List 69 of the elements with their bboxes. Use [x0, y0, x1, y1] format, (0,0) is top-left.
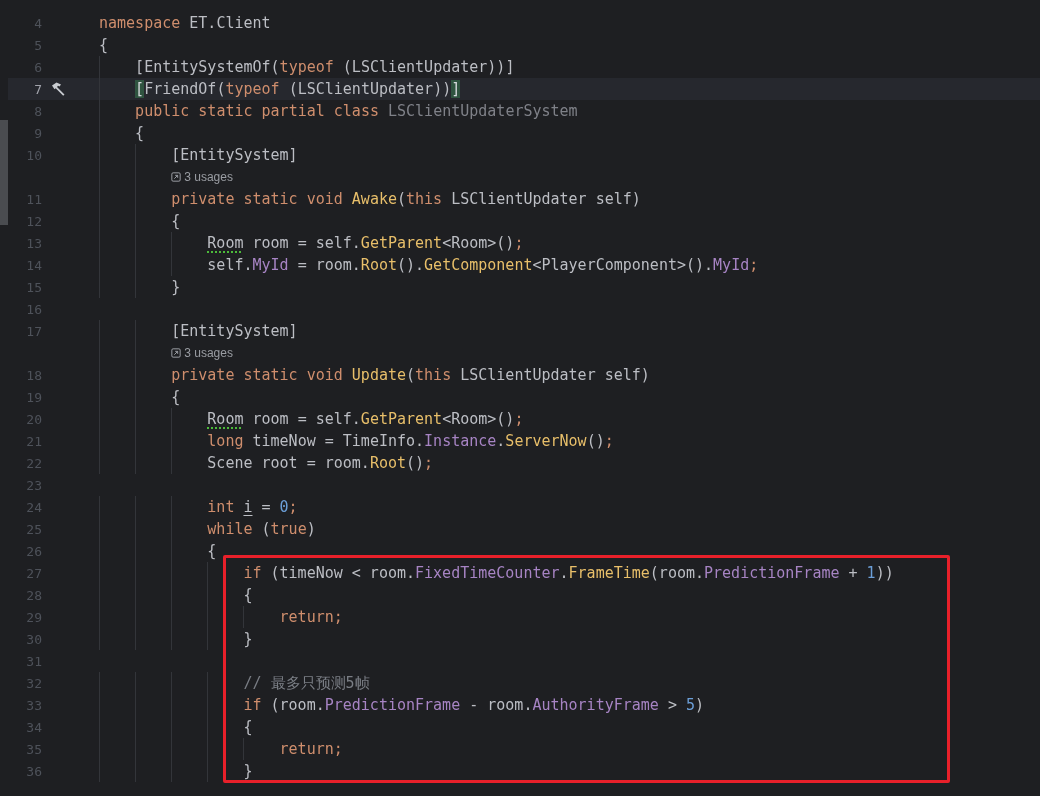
line-number: 29	[25, 609, 42, 625]
code-line: [EntitySystem]	[171, 145, 298, 166]
code-line: self.MyId = room.Root().GetComponent<PlayerComponent>().MyId;	[207, 255, 759, 276]
usages-link[interactable]: 3 usages	[171, 170, 233, 184]
code-line: private static void Awake(this LSClientUpdater self)	[171, 189, 641, 210]
line-number: 27	[25, 565, 42, 581]
code-line: [EntitySystemOf(typeof (LSClientUpdater))]	[135, 57, 515, 78]
line-number: 15	[25, 279, 42, 295]
code-line: long timeNow = TimeInfo.Instance.ServerNow();	[207, 431, 614, 452]
code-line: }	[243, 629, 253, 650]
code-line: }	[171, 277, 181, 298]
line-number: 5	[33, 37, 42, 53]
code-line: return;	[279, 739, 343, 760]
code-comment: // 最多只预测5帧	[243, 673, 370, 694]
line-number: 28	[25, 587, 42, 603]
code-line: Scene root = room.Root();	[207, 453, 434, 474]
arrow-box-icon	[171, 348, 182, 358]
line-number: 16	[25, 301, 42, 317]
line-number: 19	[25, 389, 42, 405]
line-number: 36	[25, 763, 42, 779]
code-line: while (true)	[207, 519, 316, 540]
line-number: 20	[25, 411, 42, 427]
line-number: 12	[25, 213, 42, 229]
scrollbar-thumb[interactable]	[0, 120, 8, 225]
line-number: 11	[25, 191, 42, 207]
line-number: 21	[25, 433, 42, 449]
line-number: 17	[25, 323, 42, 339]
line-number: 35	[25, 741, 42, 757]
code-line: {	[135, 123, 145, 144]
code-line: int i = 0;	[207, 497, 298, 518]
code-line: public static partial class LSClientUpdaterSystem	[135, 101, 578, 122]
line-number: 6	[33, 59, 42, 75]
code-line: [FriendOf(typeof (LSClientUpdater))]	[135, 79, 461, 100]
line-number: 10	[25, 147, 42, 163]
code-line: {	[171, 387, 181, 408]
hammer-icon[interactable]	[50, 81, 66, 97]
line-number: 32	[25, 675, 42, 691]
code-line: namespace ET.Client	[99, 13, 271, 34]
code-line: private static void Update(this LSClientUpdater self)	[171, 365, 650, 386]
line-number: 13	[25, 235, 42, 251]
line-number: 4	[33, 15, 42, 31]
code-line: [EntitySystem]	[171, 321, 298, 342]
line-number: 9	[33, 125, 42, 141]
code-line: return;	[279, 607, 343, 628]
code-line: {	[243, 717, 253, 738]
code-line: }	[243, 761, 253, 782]
line-number: 8	[33, 103, 42, 119]
arrow-box-icon	[171, 172, 182, 182]
line-number: 31	[25, 653, 42, 669]
code-line: if (room.PredictionFrame - room.AuthorityFrame > 5)	[243, 695, 705, 716]
code-line: Room room = self.GetParent<Room>();	[207, 409, 524, 430]
line-number: 14	[25, 257, 42, 273]
line-number: 18	[25, 367, 42, 383]
code-line: {	[207, 541, 217, 562]
line-number: 25	[25, 521, 42, 537]
code-line: Room room = self.GetParent<Room>();	[207, 233, 524, 254]
code-line: {	[171, 211, 181, 232]
code-line: if (timeNow < room.FixedTimeCounter.FrameTime(room.PredictionFrame + 1))	[243, 563, 894, 584]
line-number: 33	[25, 697, 42, 713]
line-number: 34	[25, 719, 42, 735]
line-number: 26	[25, 543, 42, 559]
line-number: 30	[25, 631, 42, 647]
line-number: 22	[25, 455, 42, 471]
line-number: 7	[33, 81, 42, 97]
code-line: {	[243, 585, 253, 606]
code-line: {	[99, 35, 109, 56]
line-number: 24	[25, 499, 42, 515]
usages-link[interactable]: 3 usages	[171, 346, 233, 360]
line-number: 23	[25, 477, 42, 493]
